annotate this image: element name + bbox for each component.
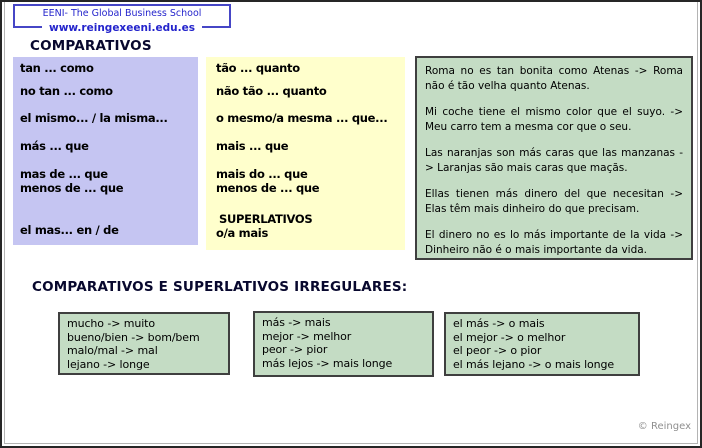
- irregular-forms-box-3: el más -> o mais el mejor -> o melhor el…: [444, 312, 640, 376]
- portuguese-comparative-item: o mesmo/a mesma ... que...: [216, 111, 405, 125]
- example-sentence: Roma no es tan bonita como Atenas -> Rom…: [425, 64, 683, 93]
- irregular-form-item: más lejos -> mais longe: [262, 357, 425, 371]
- irregular-forms-box-2: más -> mais mejor -> melhor peor -> pior…: [253, 311, 434, 377]
- irregular-form-item: mejor -> melhor: [262, 330, 425, 344]
- irregular-form-item: mucho -> muito: [67, 317, 221, 331]
- document-page: EENI- The Global Business School www.rei…: [0, 0, 702, 448]
- irregular-form-item: bueno/bien -> bom/bem: [67, 331, 221, 345]
- irregular-form-item: peor -> pior: [262, 343, 425, 357]
- superlativos-subtitle: SUPERLATIVOS: [216, 212, 405, 226]
- spanish-comparative-item: menos de ... que: [20, 181, 198, 195]
- spanish-comparative-item: no tan ... como: [20, 84, 198, 98]
- school-website-link[interactable]: www.reingexeeni.edu.es: [42, 22, 202, 34]
- irregular-form-item: el mejor -> o melhor: [453, 331, 631, 345]
- irregular-forms-box-1: mucho -> muito bueno/bien -> bom/bem mal…: [58, 312, 230, 375]
- school-name: EENI- The Global Business School: [15, 8, 229, 19]
- irregular-form-item: lejano -> longe: [67, 358, 221, 372]
- irregular-form-item: más -> mais: [262, 316, 425, 330]
- spanish-comparative-item: tan ... como: [20, 61, 198, 75]
- example-sentence: Las naranjas son más caras que las manza…: [425, 146, 683, 175]
- irregular-form-item: malo/mal -> mal: [67, 344, 221, 358]
- spanish-comparative-item: mas de ... que: [20, 167, 198, 181]
- portuguese-comparative-item: mais do ... que: [216, 167, 405, 181]
- example-sentence: Ellas tienen más dinero del que necesita…: [425, 187, 683, 216]
- portuguese-comparative-item: não tão ... quanto: [216, 84, 405, 98]
- irregulares-title: COMPARATIVOS E SUPERLATIVOS IRREGULARES:: [32, 279, 407, 295]
- spanish-comparatives-box: tan ... como no tan ... como el mismo...…: [13, 57, 198, 245]
- example-sentence: El dinero no es lo más importante de la …: [425, 228, 683, 257]
- spanish-comparative-item: el mismo... / la misma...: [20, 111, 198, 125]
- spanish-comparative-item: el mas... en / de: [20, 223, 198, 237]
- comparativos-title: COMPARATIVOS: [30, 38, 152, 54]
- irregular-form-item: el peor -> o pior: [453, 344, 631, 358]
- superlativos-item: o/a mais: [216, 226, 405, 240]
- portuguese-comparative-item: menos de ... que: [216, 181, 405, 195]
- school-logo-box: EENI- The Global Business School www.rei…: [13, 4, 231, 28]
- portuguese-comparatives-box: tão ... quanto não tão ... quanto o mesm…: [206, 57, 405, 250]
- copyright-notice: © Reingex: [638, 421, 691, 432]
- spanish-comparative-item: más ... que: [20, 139, 198, 153]
- portuguese-comparative-item: tão ... quanto: [216, 61, 405, 75]
- irregular-form-item: el más -> o mais: [453, 317, 631, 331]
- irregular-form-item: el más lejano -> o mais longe: [453, 358, 631, 372]
- example-sentences-box: Roma no es tan bonita como Atenas -> Rom…: [415, 56, 693, 260]
- example-sentence: Mi coche tiene el mismo color que el suy…: [425, 105, 683, 134]
- portuguese-comparative-item: mais ... que: [216, 139, 405, 153]
